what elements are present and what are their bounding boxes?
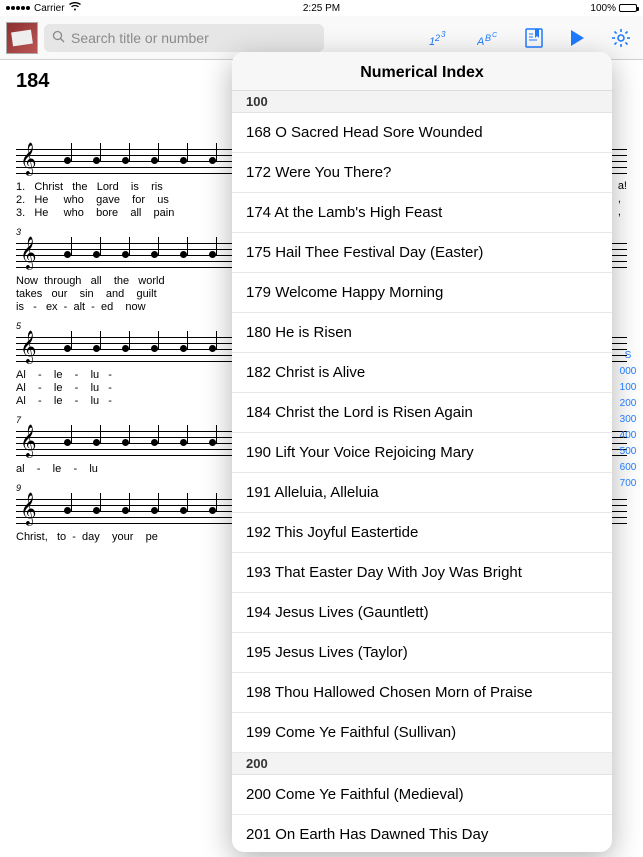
signal-dots-icon <box>6 6 30 10</box>
index-item[interactable]: 175 Hail Thee Festival Day (Easter) <box>232 233 612 273</box>
svg-text:B: B <box>485 33 491 43</box>
lyric-trailing: , <box>618 193 627 205</box>
index-item[interactable]: 191 Alleluia, Alleluia <box>232 473 612 513</box>
index-item[interactable]: 195 Jesus Lives (Taylor) <box>232 633 612 673</box>
note-icon <box>180 251 187 258</box>
bookmarks-button[interactable] <box>525 28 543 48</box>
numeric-index-popover: Numerical Index 100168 O Sacred Head Sor… <box>232 52 612 852</box>
note-icon <box>151 345 158 352</box>
scrubber-item[interactable]: S <box>625 350 632 362</box>
treble-clef-icon: 𝄞 <box>20 495 37 523</box>
search-field[interactable]: Search title or number <box>44 24 324 52</box>
section-header: 200 <box>232 753 612 775</box>
index-item[interactable]: 182 Christ is Alive <box>232 353 612 393</box>
bar-number: 9 <box>16 483 21 493</box>
treble-clef-icon: 𝄞 <box>20 145 37 173</box>
status-bar: Carrier 2:25 PM 100% <box>0 0 643 16</box>
treble-clef-icon: 𝄞 <box>20 427 37 455</box>
index-item[interactable]: 180 He is Risen <box>232 313 612 353</box>
wifi-icon <box>69 2 81 14</box>
note-icon <box>64 157 71 164</box>
note-icon <box>93 251 100 258</box>
note-icon <box>209 251 216 258</box>
note-icon <box>64 345 71 352</box>
battery-pct: 100% <box>590 3 616 14</box>
bar-number: 3 <box>16 227 21 237</box>
index-item[interactable]: 184 Christ the Lord is Risen Again <box>232 393 612 433</box>
note-icon <box>209 439 216 446</box>
scrubber-item[interactable]: 700 <box>620 478 637 490</box>
scrubber-item[interactable]: 200 <box>620 398 637 410</box>
index-list[interactable]: 100168 O Sacred Head Sore Wounded172 Wer… <box>232 91 612 852</box>
bar-number: 5 <box>16 321 21 331</box>
status-time: 2:25 PM <box>303 3 340 14</box>
treble-clef-icon: 𝄞 <box>20 333 37 361</box>
note-icon <box>209 507 216 514</box>
note-icon <box>180 157 187 164</box>
index-item[interactable]: 192 This Joyful Eastertide <box>232 513 612 553</box>
index-item[interactable]: 168 O Sacred Head Sore Wounded <box>232 113 612 153</box>
index-item[interactable]: 194 Jesus Lives (Gauntlett) <box>232 593 612 633</box>
index-item[interactable]: 193 That Easter Day With Joy Was Bright <box>232 553 612 593</box>
index-scrubber[interactable]: S 000 100 200 300 400 500 600 700 <box>615 350 641 490</box>
library-button[interactable] <box>6 22 38 54</box>
index-item[interactable]: 190 Lift Your Voice Rejoicing Mary <box>232 433 612 473</box>
section-header: 100 <box>232 91 612 113</box>
search-placeholder: Search title or number <box>71 30 209 46</box>
index-item[interactable]: 199 Come Ye Faithful (Sullivan) <box>232 713 612 753</box>
carrier-label: Carrier <box>34 3 65 14</box>
note-icon <box>122 439 129 446</box>
note-icon <box>180 507 187 514</box>
alpha-index-button[interactable]: ABC <box>477 29 499 47</box>
note-icon <box>93 439 100 446</box>
note-icon <box>122 251 129 258</box>
scrubber-item[interactable]: 500 <box>620 446 637 458</box>
treble-clef-icon: 𝄞 <box>20 239 37 267</box>
play-button[interactable] <box>569 29 585 47</box>
note-icon <box>93 507 100 514</box>
svg-text:A: A <box>477 36 484 47</box>
bar-number: 7 <box>16 415 21 425</box>
note-icon <box>64 251 71 258</box>
popover-title: Numerical Index <box>232 52 612 91</box>
svg-text:3: 3 <box>441 30 446 39</box>
scrubber-item[interactable]: 400 <box>620 430 637 442</box>
settings-button[interactable] <box>611 28 631 48</box>
note-icon <box>122 157 129 164</box>
battery-icon <box>619 4 637 12</box>
svg-text:C: C <box>492 32 498 39</box>
index-item[interactable]: 200 Come Ye Faithful (Medieval) <box>232 775 612 815</box>
index-item[interactable]: 179 Welcome Happy Morning <box>232 273 612 313</box>
scrubber-item[interactable]: 300 <box>620 414 637 426</box>
note-icon <box>64 507 71 514</box>
note-icon <box>151 251 158 258</box>
lyric-trailing: , <box>618 206 627 218</box>
numeric-index-button[interactable]: 123 <box>429 29 451 47</box>
note-icon <box>122 507 129 514</box>
scrubber-item[interactable]: 000 <box>620 366 637 378</box>
note-icon <box>209 345 216 352</box>
note-icon <box>209 157 216 164</box>
index-item[interactable]: 174 At the Lamb's High Feast <box>232 193 612 233</box>
note-icon <box>151 157 158 164</box>
lyric-trailing: a! <box>618 180 627 192</box>
note-icon <box>122 345 129 352</box>
index-item[interactable]: 198 Thou Hallowed Chosen Morn of Praise <box>232 673 612 713</box>
note-icon <box>151 439 158 446</box>
note-icon <box>180 439 187 446</box>
svg-text:2: 2 <box>434 33 440 43</box>
scrubber-item[interactable]: 100 <box>620 382 637 394</box>
note-icon <box>151 507 158 514</box>
note-icon <box>64 439 71 446</box>
index-item[interactable]: 201 On Earth Has Dawned This Day <box>232 815 612 852</box>
index-item[interactable]: 172 Were You There? <box>232 153 612 193</box>
search-icon <box>52 30 65 46</box>
note-icon <box>93 345 100 352</box>
scrubber-item[interactable]: 600 <box>620 462 637 474</box>
note-icon <box>180 345 187 352</box>
note-icon <box>93 157 100 164</box>
